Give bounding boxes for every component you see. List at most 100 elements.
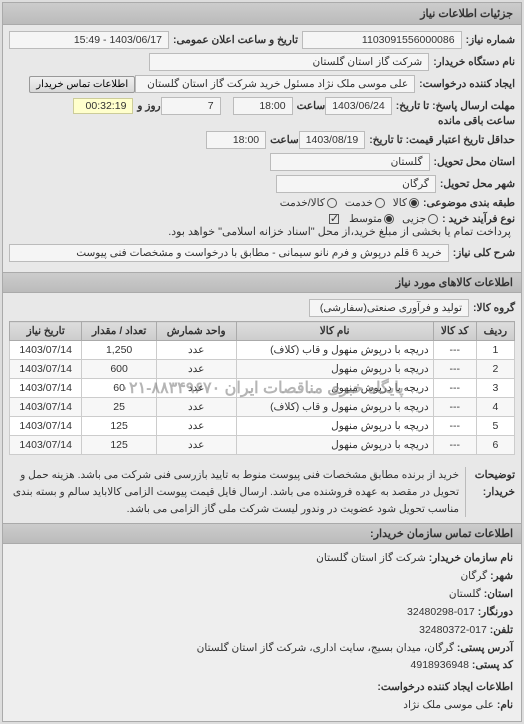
countdown-label: ساعت باقی مانده — [438, 115, 515, 127]
cell-unit: عدد — [156, 436, 236, 455]
notes-block: توضیحات خریدار: خرید از برنده مطابق مشخص… — [3, 461, 521, 523]
table-row[interactable]: 5---دریچه با درپوش منهولعدد1251403/07/14 — [10, 417, 515, 436]
c-province-label: استان: — [484, 588, 513, 600]
treasury-check[interactable] — [329, 214, 339, 224]
cell-code: --- — [433, 436, 476, 455]
col-unit: واحد شمارش — [156, 322, 236, 341]
cell-unit: عدد — [156, 379, 236, 398]
pubdate-label: تاریخ و ساعت اعلان عمومی: — [173, 34, 298, 46]
info-body: شماره نیاز: 1103091556000086 تاریخ و ساع… — [3, 25, 521, 272]
cell-code: --- — [433, 360, 476, 379]
cell-date: 1403/07/14 — [10, 360, 82, 379]
number-label: شماره نیاز: — [466, 34, 515, 46]
valid-label: حداقل تاریخ اعتبار قیمت: تا تاریخ: — [369, 134, 515, 146]
creator-name-label: نام: — [497, 699, 513, 711]
group-label: گروه کالا: — [473, 302, 515, 314]
days-remain: 7 — [161, 97, 221, 115]
cell-qty: 125 — [82, 436, 156, 455]
org-value: شرکت گاز استان گلستان — [316, 552, 426, 564]
valid-date: 1403/08/19 — [299, 131, 366, 149]
cell-unit: عدد — [156, 417, 236, 436]
goods-section-title: اطلاعات کالاهای مورد نیاز — [3, 272, 521, 293]
col-name: نام کالا — [236, 322, 433, 341]
summary-value: خرید 6 قلم درپوش و فرم نانو سیمانی - مطا… — [9, 244, 449, 262]
cell-n: 2 — [476, 360, 514, 379]
phone-label: تلفن: — [490, 624, 513, 636]
buytype-label: نوع فرآیند خرید : — [442, 213, 515, 225]
cell-qty: 1,250 — [82, 341, 156, 360]
cell-date: 1403/07/14 — [10, 341, 82, 360]
goods-body: گروه کالا: تولید و فرآوری صنعتی(سفارشی) … — [3, 293, 521, 461]
cell-qty: 600 — [82, 360, 156, 379]
radio-icon — [384, 214, 394, 224]
cell-name: دریچه با درپوش منهول — [236, 360, 433, 379]
buyer-contact-button[interactable]: اطلاعات تماس خریدار — [29, 76, 135, 93]
deadline-hour: 18:00 — [233, 97, 293, 115]
cell-code: --- — [433, 341, 476, 360]
days-remain-label: روز و — [137, 100, 160, 112]
fax: 017-32480298 — [407, 606, 475, 618]
buyer-value: شرکت گاز استان گلستان — [149, 53, 429, 71]
buytype-note: پرداخت تمام یا بخشی از مبلغ خرید،از محل … — [168, 225, 511, 238]
panel-title: جزئیات اطلاعات نیاز — [3, 3, 521, 25]
cell-name: دریچه با درپوش منهول — [236, 417, 433, 436]
cell-date: 1403/07/14 — [10, 417, 82, 436]
radio-icon — [327, 198, 337, 208]
table-row[interactable]: 2---دریچه با درپوش منهولعدد6001403/07/14 — [10, 360, 515, 379]
col-qty: تعداد / مقدار — [82, 322, 156, 341]
cell-name: دریچه با درپوش منهول و قاب (کلاف) — [236, 398, 433, 417]
cell-unit: عدد — [156, 341, 236, 360]
col-date: تاریخ نیاز — [10, 322, 82, 341]
cell-unit: عدد — [156, 398, 236, 417]
summary-label: شرح کلی نیاز: — [453, 247, 515, 259]
creator-title: اطلاعات ایجاد کننده درخواست: — [377, 681, 513, 693]
cell-qty: 25 — [82, 398, 156, 417]
pack-radio-group: کالا خدمت کالا/خدمت — [280, 197, 419, 209]
buytype-small[interactable]: جزیی — [402, 213, 438, 225]
countdown: 00:32:19 — [73, 98, 133, 114]
buytype-medium[interactable]: متوسط — [349, 213, 394, 225]
group-value: تولید و فرآوری صنعتی(سفارشی) — [309, 299, 469, 317]
col-n: ردیف — [476, 322, 514, 341]
cell-n: 5 — [476, 417, 514, 436]
cell-code: --- — [433, 417, 476, 436]
requester-label: ایجاد کننده درخواست: — [419, 78, 515, 90]
notes-text: خرید از برنده مطابق مشخصات فنی پیوست منو… — [9, 467, 459, 517]
postal: 4918936948 — [411, 659, 469, 671]
pack-service[interactable]: کالا/خدمت — [280, 197, 337, 209]
cell-name: دریچه با درپوش منهول و قاب (کلاف) — [236, 341, 433, 360]
table-row[interactable]: 1---دریچه با درپوش منهول و قاب (کلاف)عدد… — [10, 341, 515, 360]
pack-goods[interactable]: خدمت — [345, 197, 385, 209]
pack-all[interactable]: کالا — [393, 197, 419, 209]
cell-unit: عدد — [156, 360, 236, 379]
table-row[interactable]: 4---دریچه با درپوش منهول و قاب (کلاف)عدد… — [10, 398, 515, 417]
requester-value: علی موسی ملک نژاد مسئول خرید شرکت گاز اس… — [135, 75, 415, 93]
cell-n: 1 — [476, 341, 514, 360]
valid-hour: 18:00 — [206, 131, 266, 149]
col-code: کد کالا — [433, 322, 476, 341]
cell-qty: 60 — [82, 379, 156, 398]
pack-label: طبقه بندی موضوعی: — [423, 197, 515, 209]
radio-icon — [375, 198, 385, 208]
fax-label: دورنگار: — [478, 606, 513, 618]
phone: 017-32480372 — [419, 624, 487, 636]
cell-n: 4 — [476, 398, 514, 417]
creator-name: علی موسی ملک نژاد — [403, 699, 494, 711]
c-city: گرگان — [460, 570, 487, 582]
buyer-label: نام دستگاه خریدار: — [433, 56, 515, 68]
table-row[interactable]: 3---دریچه با درپوش منهولعدد601403/07/14 — [10, 379, 515, 398]
province-label: استان محل تحویل: — [434, 156, 515, 168]
cell-code: --- — [433, 398, 476, 417]
addr-label: آدرس پستی: — [457, 642, 513, 654]
goods-table: ردیف کد کالا نام کالا واحد شمارش تعداد /… — [9, 321, 515, 455]
org-label: نام سازمان خریدار: — [429, 552, 513, 564]
radio-icon — [409, 198, 419, 208]
table-row[interactable]: 6---دریچه با درپوش منهولعدد1251403/07/14 — [10, 436, 515, 455]
radio-icon — [428, 214, 438, 224]
addr: گرگان، میدان بسیج، سایت اداری، شرکت گاز … — [197, 642, 454, 654]
deadline-date: 1403/06/24 — [325, 97, 392, 115]
cell-date: 1403/07/14 — [10, 398, 82, 417]
province-value: گلستان — [270, 153, 430, 171]
cell-n: 3 — [476, 379, 514, 398]
cell-n: 6 — [476, 436, 514, 455]
